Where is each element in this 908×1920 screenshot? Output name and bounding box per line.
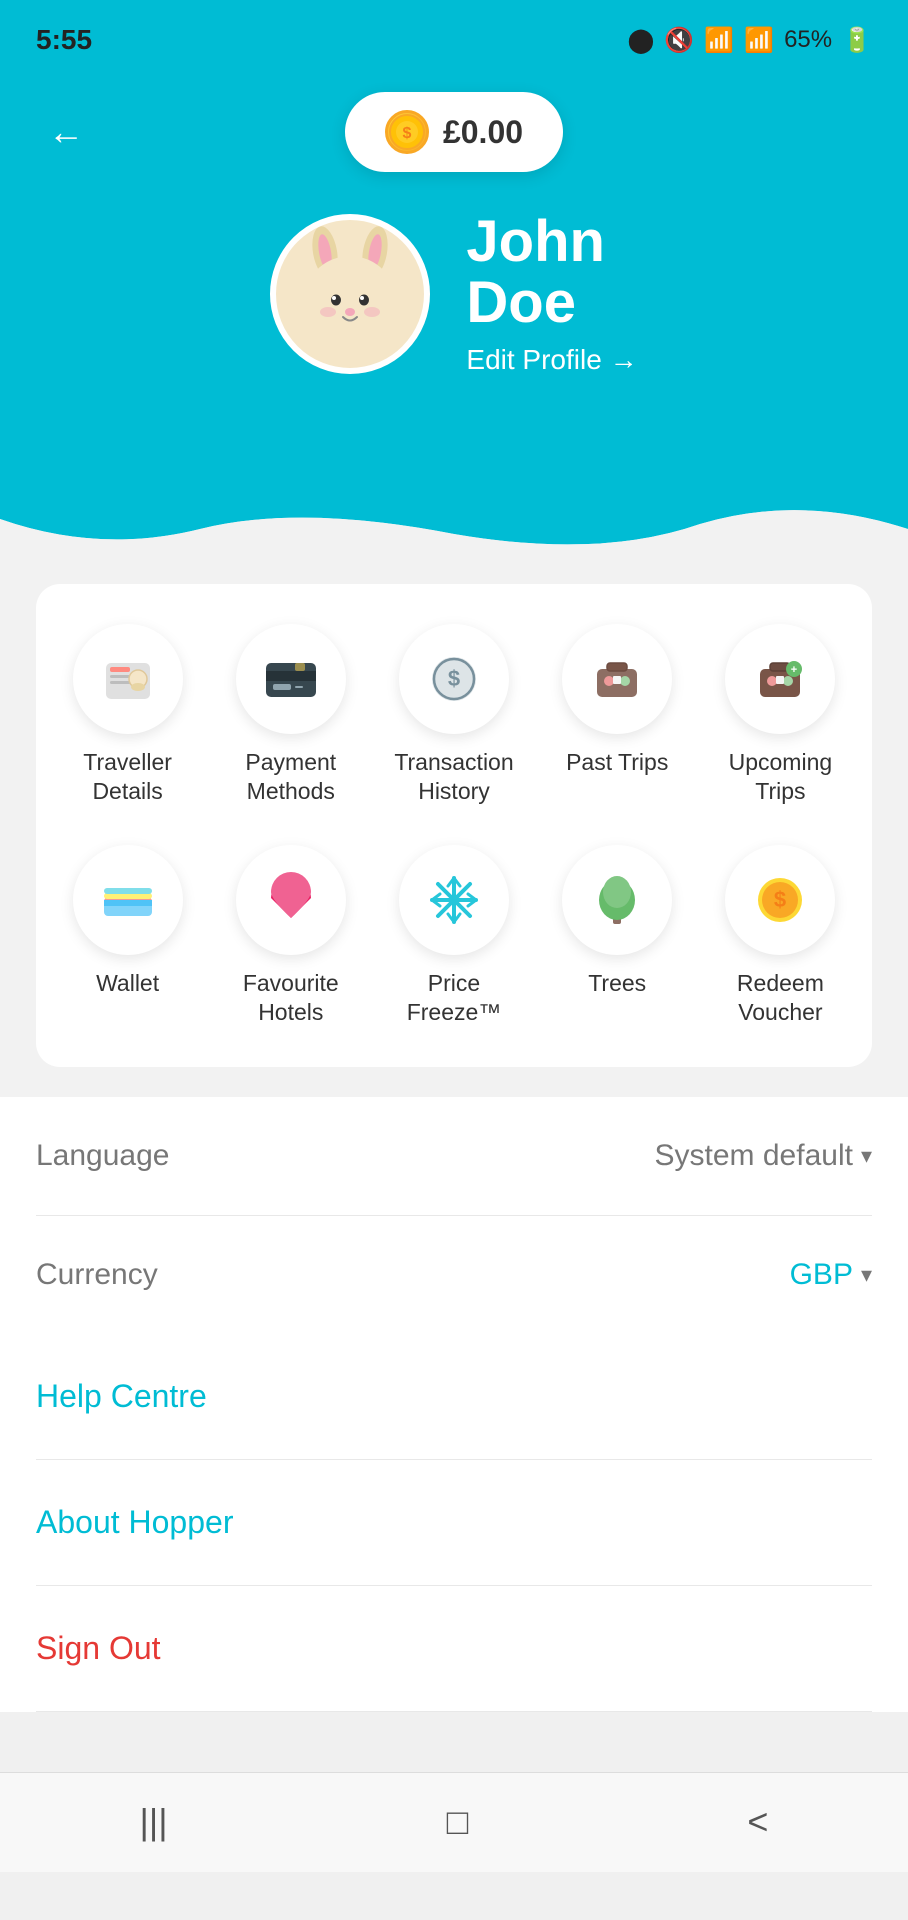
about-hopper-link[interactable]: About Hopper (36, 1504, 233, 1540)
help-centre-row[interactable]: Help Centre (36, 1334, 872, 1460)
icon-grid-section: Traveller Details Payment Methods (36, 584, 872, 1067)
status-time: 5:55 (36, 24, 92, 56)
grid-item-wallet[interactable]: Wallet (56, 835, 199, 1037)
currency-label: Currency (36, 1258, 158, 1292)
avatar (270, 214, 430, 374)
redeem-voucher-label: Redeem Voucher (715, 969, 846, 1027)
settings-section: Language System default ▾ Currency GBP ▾ (0, 1097, 908, 1334)
nav-home-button[interactable]: □ (407, 1785, 509, 1859)
svg-text:$: $ (403, 125, 412, 142)
coin-icon: $ (385, 110, 429, 154)
payment-methods-icon (236, 624, 346, 734)
battery-label: 65% (784, 26, 832, 54)
svg-text:$: $ (774, 887, 786, 912)
wave-divider (0, 474, 908, 554)
past-trips-icon (562, 624, 672, 734)
language-label: Language (36, 1139, 169, 1173)
nav-back-button[interactable]: < (707, 1785, 808, 1859)
currency-chevron-icon: ▾ (861, 1262, 872, 1288)
favourite-hotels-label: Favourite Hotels (225, 969, 356, 1027)
svg-text:+: + (791, 664, 797, 676)
bottom-nav: ||| □ < (0, 1772, 908, 1872)
header-row: ← $ £0.00 (36, 92, 872, 172)
bluetooth-icon: ⬤ (628, 26, 655, 55)
status-bar: 5:55 ⬤ 🔇 📶 📶 65% 🔋 (0, 0, 908, 72)
currency-row[interactable]: Currency GBP ▾ (36, 1216, 872, 1334)
grid-item-payment-methods[interactable]: Payment Methods (219, 614, 362, 816)
grid-item-price-freeze[interactable]: Price Freeze™ (382, 835, 525, 1037)
upcoming-trips-icon: + (725, 624, 835, 734)
about-hopper-row[interactable]: About Hopper (36, 1460, 872, 1586)
grid-item-past-trips[interactable]: Past Trips (546, 614, 689, 816)
wifi-icon: 📶 (704, 26, 734, 55)
main-content: Traveller Details Payment Methods (0, 554, 908, 1712)
favourite-hotels-icon (236, 845, 346, 955)
wallet-icon (73, 845, 183, 955)
past-trips-label: Past Trips (566, 748, 668, 777)
links-section: Help Centre About Hopper Sign Out (0, 1334, 908, 1712)
grid-item-traveller-details[interactable]: Traveller Details (56, 614, 199, 816)
status-icons: ⬤ 🔇 📶 📶 65% 🔋 (628, 26, 872, 55)
traveller-details-icon (73, 624, 183, 734)
grid-item-upcoming-trips[interactable]: + Upcoming Trips (709, 614, 852, 816)
language-value[interactable]: System default ▾ (655, 1139, 872, 1173)
nav-recent-button[interactable]: ||| (100, 1785, 208, 1859)
traveller-details-label: Traveller Details (62, 748, 193, 806)
grid-item-redeem-voucher[interactable]: $ Redeem Voucher (709, 835, 852, 1037)
signal-icon: 📶 (744, 26, 774, 55)
grid-item-transaction-history[interactable]: $ Transaction History (382, 614, 525, 816)
transaction-history-label: Transaction History (388, 748, 519, 806)
icon-grid-row2: Wallet Favourite Hotels (56, 835, 852, 1037)
trees-label: Trees (588, 969, 646, 998)
balance-pill[interactable]: $ £0.00 (345, 92, 563, 172)
price-freeze-label: Price Freeze™ (388, 969, 519, 1027)
trees-icon (562, 845, 672, 955)
profile-section: John Doe Edit Profile → (270, 212, 637, 376)
grid-item-favourite-hotels[interactable]: Favourite Hotels (219, 835, 362, 1037)
icon-grid-row1: Traveller Details Payment Methods (56, 614, 852, 816)
price-freeze-icon (399, 845, 509, 955)
svg-text:$: $ (448, 666, 460, 691)
back-arrow-icon: ← (48, 111, 84, 153)
payment-methods-label: Payment Methods (225, 748, 356, 806)
wallet-label: Wallet (96, 969, 159, 998)
sign-out-row[interactable]: Sign Out (36, 1586, 872, 1712)
edit-profile-link[interactable]: Edit Profile → (466, 344, 637, 376)
currency-value[interactable]: GBP ▾ (790, 1258, 872, 1292)
grid-item-trees[interactable]: Trees (546, 835, 689, 1037)
back-button[interactable]: ← (36, 102, 96, 162)
sign-out-link[interactable]: Sign Out (36, 1630, 161, 1666)
hero-section: ← $ £0.00 (0, 72, 908, 476)
balance-amount: £0.00 (443, 114, 523, 151)
help-centre-link[interactable]: Help Centre (36, 1378, 207, 1414)
language-chevron-icon: ▾ (861, 1143, 872, 1169)
battery-icon: 🔋 (842, 26, 872, 55)
upcoming-trips-label: Upcoming Trips (715, 748, 846, 806)
mute-icon: 🔇 (664, 26, 694, 55)
redeem-voucher-icon: $ (725, 845, 835, 955)
user-info: John Doe Edit Profile → (466, 212, 637, 376)
language-row[interactable]: Language System default ▾ (36, 1097, 872, 1216)
user-name: John Doe (466, 212, 637, 334)
transaction-history-icon: $ (399, 624, 509, 734)
